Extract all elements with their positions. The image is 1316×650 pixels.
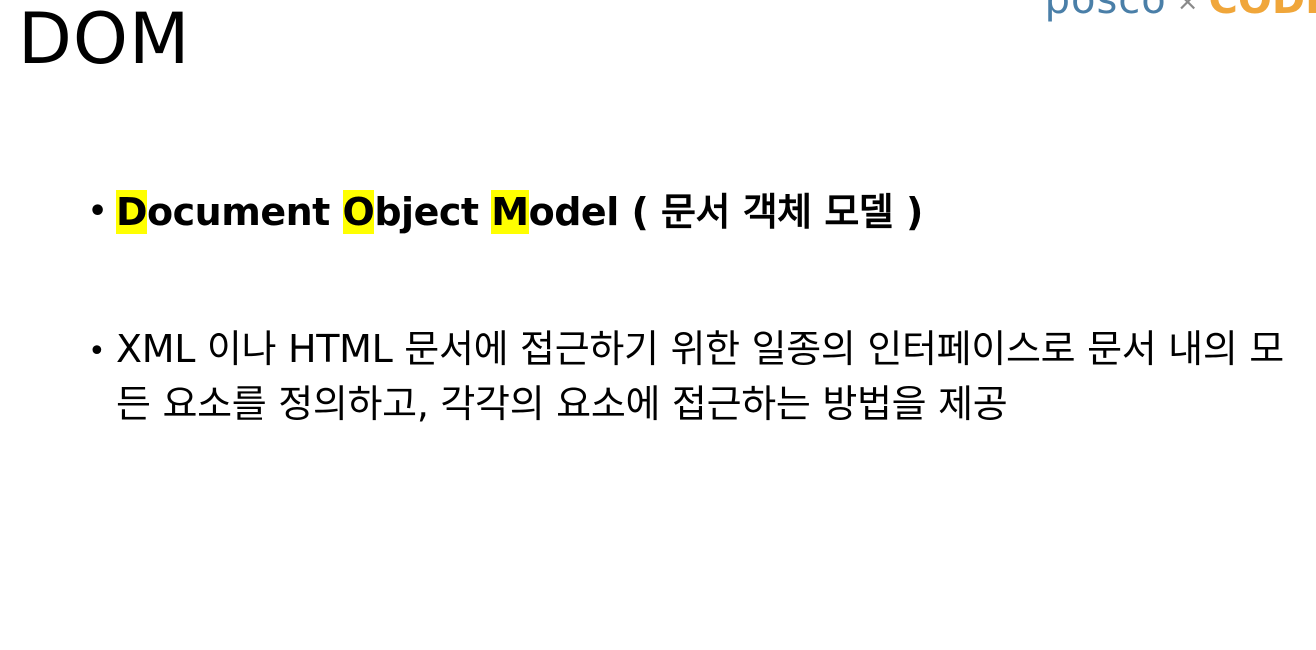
logo-left-text: posco: [1044, 0, 1167, 23]
text-odel: odel ( 문서 객체 모델 ): [528, 190, 924, 234]
bullet-marker: •: [88, 194, 107, 229]
logo-separator: ×: [1176, 0, 1199, 17]
slide: DOM posco × CODI • Document Object Model (…: [0, 0, 1316, 650]
slide-title: DOM: [18, 0, 191, 80]
highlight-d: D: [116, 190, 148, 234]
brand-logo: posco × CODI: [1045, 0, 1316, 24]
bullet-list: • Document Object Model ( 문서 객체 모델 ) • X…: [86, 186, 1296, 432]
highlight-m: M: [491, 190, 529, 234]
text-ocument: ocument: [147, 190, 343, 234]
bullet-dom-description: • XML 이나 HTML 문서에 접근하기 위한 일종의 인터페이스로 문서 …: [86, 322, 1296, 432]
text-bject: bject: [374, 190, 492, 234]
logo-right-text: CODI: [1208, 0, 1316, 23]
bullet-text: XML 이나 HTML 문서에 접근하기 위한 일종의 인터페이스로 문서 내의…: [116, 327, 1284, 426]
highlight-o: O: [342, 190, 375, 234]
bullet-marker: •: [88, 334, 106, 369]
bullet-dom-definition: • Document Object Model ( 문서 객체 모델 ): [86, 186, 1296, 238]
